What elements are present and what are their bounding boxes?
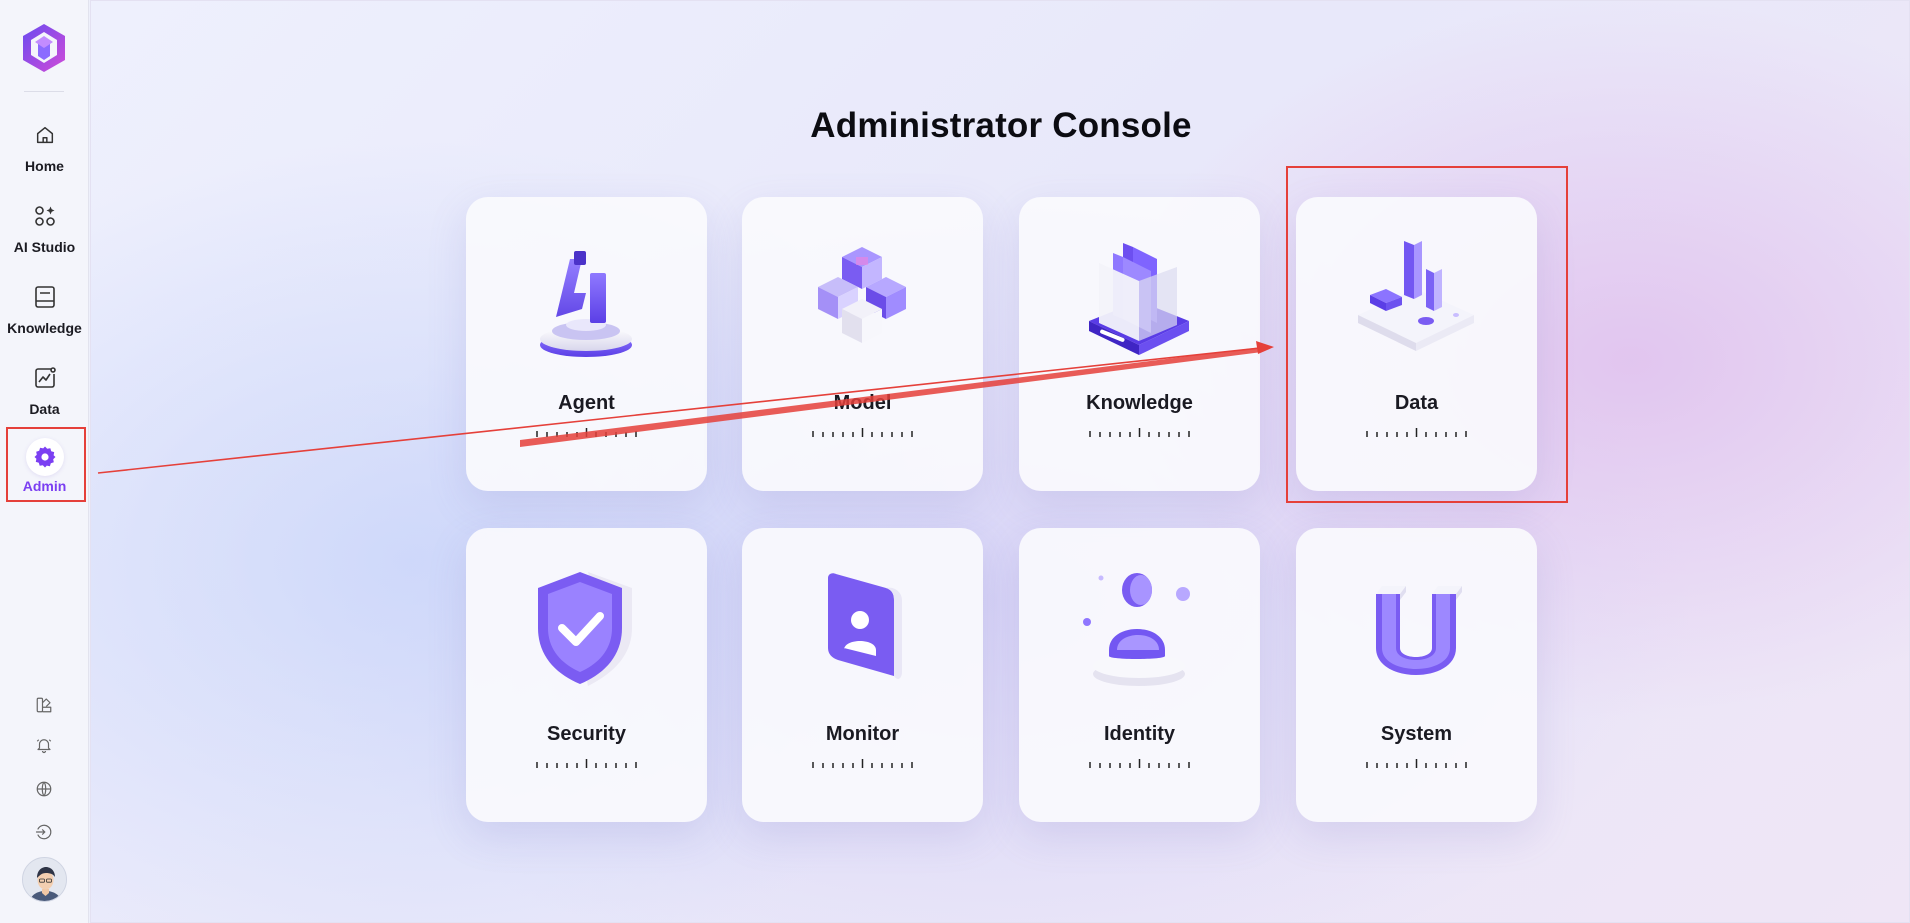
page-title: Administrator Console — [810, 106, 1192, 145]
main-content: Administrator Console Agent Model Knowle… — [90, 0, 1910, 923]
ticks-decoration — [1366, 428, 1467, 437]
ticks-decoration — [1366, 759, 1467, 768]
ai-studio-icon — [32, 203, 58, 229]
card-knowledge[interactable]: Knowledge — [1019, 197, 1260, 491]
card-monitor[interactable]: Monitor — [742, 528, 983, 822]
ticks-decoration — [1089, 759, 1190, 768]
logout-icon[interactable] — [32, 820, 56, 844]
card-identity[interactable]: Identity — [1019, 528, 1260, 822]
ticks-decoration — [1089, 428, 1190, 437]
agent-illustration-icon — [526, 233, 646, 361]
bell-icon[interactable] — [32, 733, 56, 757]
app-logo[interactable] — [20, 22, 68, 74]
card-system[interactable]: System — [1296, 528, 1537, 822]
sidebar-item-home[interactable]: Home — [0, 116, 89, 188]
data-illustration-icon — [1356, 233, 1476, 361]
card-security[interactable]: Security — [466, 528, 707, 822]
card-label: Identity — [1103, 723, 1176, 745]
globe-icon[interactable] — [32, 777, 56, 801]
knowledge-illustration-icon — [1079, 233, 1199, 361]
card-label: Data — [1394, 392, 1439, 414]
identity-illustration-icon — [1079, 564, 1199, 692]
palette-icon[interactable] — [32, 693, 56, 717]
monitor-illustration-icon — [802, 564, 922, 692]
ticks-decoration — [812, 428, 913, 437]
gear-icon — [25, 438, 64, 476]
card-label: Agent — [558, 392, 615, 414]
sidebar-item-label: Home — [25, 158, 64, 174]
sidebar-item-ai-studio[interactable]: AI Studio — [0, 197, 89, 269]
shield-illustration-icon — [526, 564, 646, 692]
card-label: Model — [833, 392, 892, 414]
sidebar-item-data[interactable]: Data — [0, 359, 89, 431]
card-model[interactable]: Model — [742, 197, 983, 491]
ticks-decoration — [536, 428, 637, 437]
sidebar-item-label: Data — [29, 401, 60, 417]
sidebar-item-label: Admin — [22, 478, 67, 494]
sidebar-item-label: Knowledge — [7, 320, 82, 336]
sidebar-divider — [24, 91, 64, 92]
model-illustration-icon — [802, 233, 922, 361]
card-data[interactable]: Data — [1296, 197, 1537, 491]
home-icon — [32, 122, 58, 148]
magnet-illustration-icon — [1356, 564, 1476, 692]
ticks-decoration — [812, 759, 913, 768]
user-avatar[interactable] — [22, 857, 67, 902]
card-label: Security — [547, 723, 626, 745]
card-agent[interactable]: Agent — [466, 197, 707, 491]
sidebar-item-knowledge[interactable]: Knowledge — [0, 278, 89, 350]
card-label: Monitor — [825, 723, 900, 745]
sidebar: Home AI Studio Knowledge Data Admin — [0, 0, 89, 923]
ticks-decoration — [536, 759, 637, 768]
chart-icon — [32, 365, 58, 391]
card-label: System — [1380, 723, 1453, 745]
sidebar-item-label: AI Studio — [13, 239, 76, 255]
sidebar-item-admin[interactable]: Admin — [0, 434, 89, 506]
book-icon — [32, 284, 58, 310]
card-label: Knowledge — [1086, 392, 1193, 414]
